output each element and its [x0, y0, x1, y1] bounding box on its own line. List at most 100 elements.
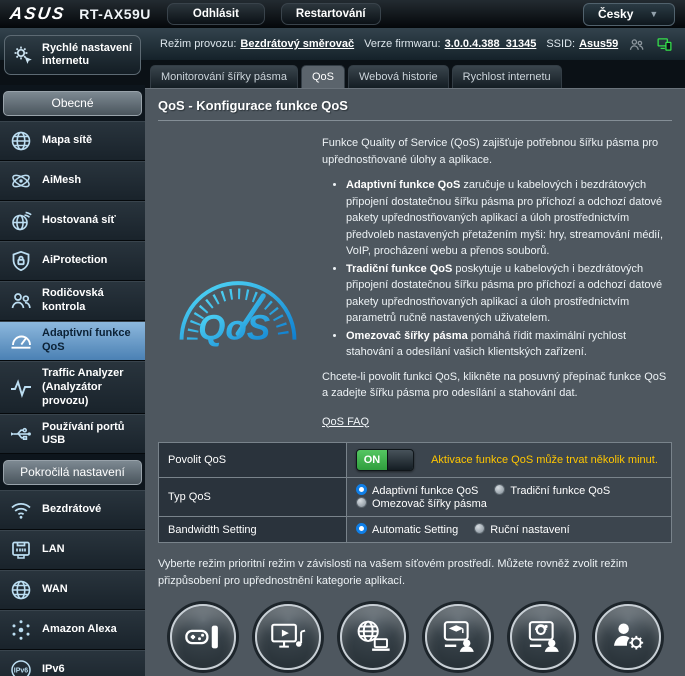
- radio-button-icon: [474, 523, 485, 534]
- radio-label: Automatic Setting: [372, 524, 458, 536]
- firmware-label: Verze firmwaru:: [364, 38, 440, 50]
- router-model: RT-AX59U: [79, 6, 151, 22]
- radio-rucni-nastaveni[interactable]: Ruční nastavení: [474, 524, 570, 536]
- sidebar-item-label: Traffic Analyzer (Analyzátor provozu): [42, 367, 141, 408]
- shield-icon: [7, 249, 35, 273]
- qos-enable-toggle[interactable]: ON: [356, 449, 414, 471]
- tab-monitorovani-sirky-pasma[interactable]: Monitorování šířky pásma: [150, 65, 298, 88]
- wan-icon: [7, 578, 35, 602]
- sidebar-item-label: AiMesh: [42, 174, 81, 188]
- games-icon: [170, 604, 236, 670]
- sidebar-item-label: Adaptivní funkce QoS: [42, 327, 141, 355]
- radio-label: Tradiční funkce QoS: [510, 485, 610, 497]
- qos-description-text: Funkce Quality of Service (QoS) zajišťuj…: [318, 127, 672, 430]
- toggle-knob: [387, 450, 413, 470]
- sidebar-item-aimesh[interactable]: AiMesh: [0, 161, 145, 201]
- wireless-icon: [7, 498, 35, 522]
- lan-icon: [7, 538, 35, 562]
- logout-button[interactable]: Odhlásit: [167, 3, 265, 25]
- sidebar-item-aiprotection[interactable]: AiProtection: [0, 241, 145, 281]
- ssid-link[interactable]: Asus59: [579, 38, 618, 50]
- media-streaming-icon: [255, 604, 321, 670]
- ipv6-icon: IPv6: [7, 658, 35, 676]
- reboot-button[interactable]: Restartování: [281, 3, 381, 25]
- table-row: Bandwidth Setting Automatic Setting Ruční…: [159, 517, 672, 543]
- preset-work-from-home[interactable]: Work-From-Home: [500, 604, 585, 676]
- qos-faq-link[interactable]: QoS FAQ: [322, 414, 369, 431]
- enable-qos-label: Povolit QoS: [159, 443, 347, 478]
- sidebar-item-quick-setup[interactable]: Rychlé nastavení internetu: [4, 35, 141, 75]
- sidebar-item-traffic-analyzer-analyzator-provozu[interactable]: Traffic Analyzer (Analyzátor provozu): [0, 361, 145, 414]
- tab-qos[interactable]: QoS: [301, 65, 345, 88]
- bandwidth-setting-label: Bandwidth Setting: [159, 517, 347, 543]
- qos-type-label: Typ QoS: [159, 478, 347, 517]
- qos-type-options: Adaptivní funkce QoS Tradiční funkce QoS O…: [347, 478, 672, 517]
- sidebar-item-label: AiProtection: [42, 254, 107, 268]
- network-map-icon: [7, 129, 35, 153]
- preset-streamovani-medii[interactable]: Streamování médií: [245, 604, 330, 676]
- chevron-down-icon: ▼: [649, 9, 658, 19]
- sidebar-item-label: Mapa sítě: [42, 134, 92, 148]
- operation-mode-label: Režim provozu:: [160, 38, 236, 50]
- qos-enable-hint: Chcete-li povolit funkci QoS, klikněte n…: [322, 369, 672, 402]
- qos-presets: HryStreamování médiíProházení webuLearn-…: [158, 604, 672, 676]
- qos-bullet-term: Omezovač šířky pásma: [346, 330, 468, 342]
- sidebar-item-rodicovska-kontrola[interactable]: Rodičovská kontrola: [0, 281, 145, 321]
- sidebar-item-wan[interactable]: WAN: [0, 570, 145, 610]
- sidebar-item-label: Hostovaná síť: [42, 214, 116, 228]
- sidebar-sections: ObecnéMapa sítěAiMeshHostovaná síťAiProt…: [0, 85, 145, 676]
- language-selector[interactable]: Česky ▼: [583, 3, 675, 26]
- customize-icon: [595, 604, 661, 670]
- sidebar-item-adaptivni-funkce-qos[interactable]: Adaptivní funkce QoS: [0, 321, 145, 361]
- toggle-on-label: ON: [357, 450, 387, 470]
- radio-tradicni-funkce-qos[interactable]: Tradiční funkce QoS: [494, 485, 610, 497]
- sidebar-item-ipv6[interactable]: IPv6 IPv6: [0, 650, 145, 676]
- qos-intro: Funkce Quality of Service (QoS) zajišťuj…: [322, 135, 672, 168]
- priority-mode-description: Vyberte režim prioritní režim v závislos…: [158, 556, 672, 589]
- language-label: Česky: [598, 7, 633, 21]
- svg-text:IPv6: IPv6: [14, 668, 29, 675]
- radio-button-icon: [356, 484, 367, 495]
- traffic-analyzer-icon: [7, 376, 35, 400]
- sidebar-item-label: Rodičovská kontrola: [42, 287, 141, 315]
- sidebar-item-mapa-site[interactable]: Mapa sítě: [0, 121, 145, 161]
- asus-logo: ASUS: [9, 4, 67, 24]
- quick-internet-icon: [11, 43, 35, 67]
- radio-omezovac-sirky-pasma[interactable]: Omezovač šířky pásma: [356, 498, 487, 510]
- radio-adaptivni-funkce-qos[interactable]: Adaptivní funkce QoS: [356, 485, 478, 497]
- qos-bullet-term: Adaptivní funkce QoS: [346, 179, 460, 191]
- sidebar-section-header-pokrocila-nastaveni: Pokročilá nastavení: [3, 460, 142, 485]
- operation-mode-link[interactable]: Bezdrátový směrovač: [240, 38, 354, 50]
- parental-controls-icon: [7, 289, 35, 313]
- preset-customize[interactable]: Customize: [585, 604, 670, 676]
- sidebar-item-label: WAN: [42, 583, 68, 597]
- router-admin-screen: ASUS RT-AX59U Odhlásit Restartování Česk…: [0, 0, 685, 676]
- sidebar-item-lan[interactable]: LAN: [0, 530, 145, 570]
- preset-learn-from-home[interactable]: Learn-From-Home: [415, 604, 500, 676]
- preset-prohazeni-webu[interactable]: Proházení webu: [330, 604, 415, 676]
- sidebar-item-pouzivani-portu-usb[interactable]: Používání portů USB: [0, 414, 145, 454]
- qos-description: QoS Funkce Quality of Service (QoS) zaji…: [158, 127, 672, 430]
- status-icons: [628, 36, 685, 53]
- tab-bar: Monitorování šířky pásmaQoSWebová histor…: [145, 60, 685, 88]
- radio-button-icon: [356, 523, 367, 534]
- tab-rychlost-internetu[interactable]: Rychlost internetu: [452, 65, 562, 88]
- tab-webova-historie[interactable]: Webová historie: [348, 65, 449, 88]
- sidebar: Rychlé nastavení internetu ObecnéMapa sí…: [0, 32, 145, 676]
- firmware-version-link[interactable]: 3.0.0.4.388_31345: [445, 38, 537, 50]
- sidebar-item-bezdratove[interactable]: Bezdrátové: [0, 490, 145, 530]
- radio-automatic-setting[interactable]: Automatic Setting: [356, 524, 458, 536]
- sidebar-item-label: IPv6: [42, 663, 65, 676]
- qos-bullet-list: Adaptivní funkce QoS zaručuje u kabelový…: [346, 177, 672, 361]
- qos-settings-table: Povolit QoS ON Aktivace funkce QoS může …: [158, 442, 672, 543]
- web-browsing-icon: [340, 604, 406, 670]
- sidebar-item-amazon-alexa[interactable]: Amazon Alexa: [0, 610, 145, 650]
- usb-app-icon: [7, 422, 35, 446]
- preset-hry[interactable]: Hry: [160, 604, 245, 676]
- radio-button-icon: [494, 484, 505, 495]
- qos-gauge-icon: [7, 329, 35, 353]
- sidebar-item-hostovana-sit[interactable]: Hostovaná síť: [0, 201, 145, 241]
- top-header: ASUS RT-AX59U Odhlásit Restartování Česk…: [0, 0, 685, 28]
- radio-label: Ruční nastavení: [490, 524, 570, 536]
- main-content: Monitorování šířky pásmaQoSWebová histor…: [145, 60, 685, 676]
